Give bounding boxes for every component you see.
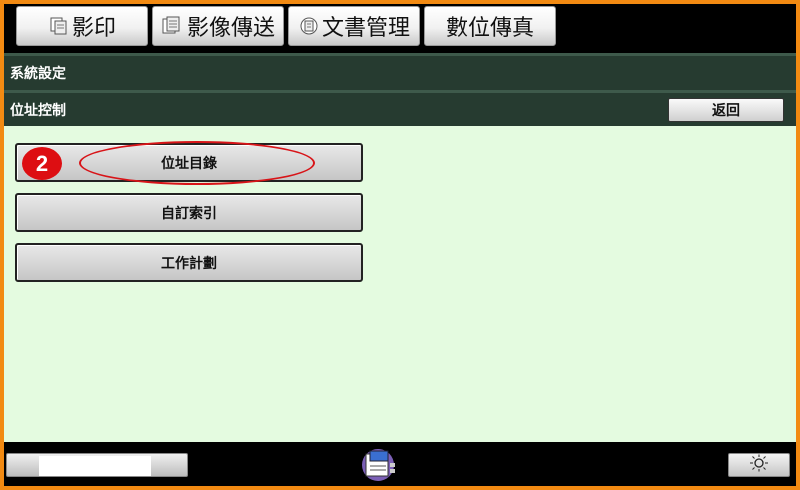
system-settings-bar: 系統設定 [4, 56, 796, 90]
brightness-button[interactable] [728, 453, 790, 477]
job-status-field[interactable] [6, 453, 188, 477]
tab-image-send[interactable]: 影像傳送 [152, 6, 284, 46]
settings-content: 位址目錄 自訂索引 工作計劃 2 [4, 126, 796, 442]
custom-index-button[interactable]: 自訂索引 [15, 193, 363, 232]
program-label: 工作計劃 [161, 255, 217, 272]
job-status-icon[interactable] [360, 446, 400, 486]
back-button-label: 返回 [712, 103, 740, 119]
custom-index-label: 自訂索引 [161, 205, 217, 222]
document-filing-icon [298, 15, 320, 37]
brightness-icon [748, 454, 770, 476]
tab-digital-fax[interactable]: 數位傳真 [424, 6, 556, 46]
page-title: 系統設定 [10, 66, 66, 82]
callout-step-badge: 2 [22, 147, 62, 180]
image-send-icon [161, 15, 185, 37]
back-button[interactable]: 返回 [668, 98, 784, 122]
tab-document-filing-label: 文書管理 [321, 16, 410, 41]
address-book-label: 位址目錄 [161, 155, 217, 172]
program-button[interactable]: 工作計劃 [15, 243, 363, 282]
tab-copy[interactable]: 影印 [16, 6, 148, 46]
address-control-bar: 位址控制 返回 [4, 93, 796, 126]
device-screen: 影印 影像傳送 文書管理 數位傳真 系統設定 位址控制 返回 位址目錄 自訂索引… [4, 4, 796, 486]
callout-step-number: 2 [35, 150, 49, 176]
tab-digital-fax-label: 數位傳真 [445, 16, 534, 41]
tab-image-send-label: 影像傳送 [186, 16, 275, 41]
tab-document-filing[interactable]: 文書管理 [288, 6, 420, 46]
tab-copy-label: 影印 [71, 16, 116, 41]
job-status-display [39, 456, 151, 476]
section-title: 位址控制 [10, 102, 66, 119]
copy-icon [48, 15, 70, 37]
status-bar [4, 442, 796, 486]
mode-tab-bar: 影印 影像傳送 文書管理 數位傳真 [4, 4, 796, 48]
address-book-button[interactable]: 位址目錄 [15, 143, 363, 182]
